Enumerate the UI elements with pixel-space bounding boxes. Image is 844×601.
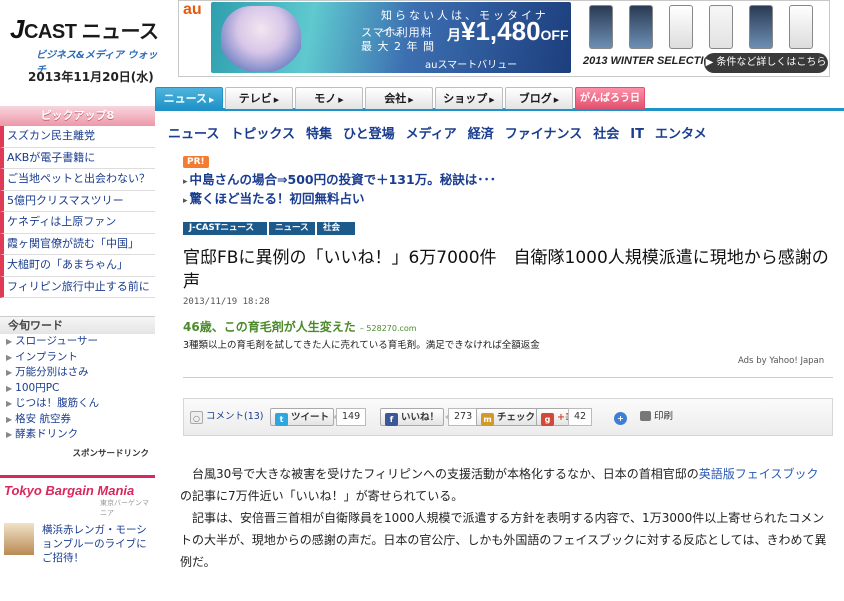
like-button[interactable]: f いいね！ <box>380 408 445 426</box>
banner-value-label: auスマートバリュー <box>425 60 518 71</box>
breadcrumb-society[interactable]: 社会 <box>317 222 355 235</box>
banner-season: 2013 WINTER SELECTION <box>583 55 720 67</box>
site-header: JCAST ニュース ビジネス&メディア ウォッチ 2013年11月20日(水)… <box>0 0 844 86</box>
tab-blog[interactable]: ブログ ▶ <box>505 87 573 109</box>
trend-word-item[interactable]: ▶ スロージューサー <box>0 334 155 350</box>
banner-carrier-logo: au <box>183 1 202 18</box>
subnav-it[interactable]: IT <box>630 127 644 142</box>
article-body: 台風30号で大きな被害を受けたフィリピンへの支援活動が本格化するなか、日本の首相… <box>180 463 830 573</box>
subnav-economy[interactable]: 経済 <box>468 123 494 142</box>
banner-phones-image <box>589 5 825 51</box>
tokyo-bargain-mania-logo[interactable]: Tokyo Bargain Mania 東京バーゲンマニア <box>0 474 155 517</box>
subnav-news[interactable]: ニュース <box>168 123 219 142</box>
current-date: 2013年11月20日(水) <box>28 70 154 84</box>
bargain-item[interactable]: 横浜赤レンガ・モーションブルーのライブにご招待！ <box>0 522 155 564</box>
bargain-item-text: 横浜赤レンガ・モーションブルーのライブにご招待！ <box>42 523 147 564</box>
hatena-bookmark-button[interactable]: + <box>614 408 630 426</box>
tab-news[interactable]: ニュース ▶ <box>155 87 223 109</box>
like-count: 273 <box>444 408 479 426</box>
comment-button[interactable]: ○ コメント(13) <box>190 408 264 426</box>
triangle-icon: ▶ <box>6 337 13 346</box>
tab-company[interactable]: 会社 ▶ <box>365 87 433 109</box>
logo-mark: J <box>10 14 24 44</box>
ad-title[interactable]: 46歳、この育毛剤が人生変えた – 528270.com <box>183 318 833 335</box>
triangle-icon: ▶ <box>6 352 13 362</box>
sponsored-link-label[interactable]: スポンサードリンク <box>0 447 155 459</box>
article-timestamp: 2013/11/19 18:28 <box>183 297 270 307</box>
subnav-topics[interactable]: トピックス <box>230 123 295 142</box>
triangle-icon: ▶ <box>6 414 13 424</box>
site-logo[interactable]: JCAST ニュース ビジネス&メディア ウォッチ <box>10 14 160 76</box>
ads-by-label[interactable]: Ads by Yahoo! Japan <box>738 356 824 366</box>
print-button[interactable]: 印刷 <box>640 408 673 426</box>
banner-model-image <box>221 6 301 72</box>
trend-word-item[interactable]: ▶ インプラント <box>0 350 155 366</box>
tweet-button[interactable]: t ツイート <box>270 408 335 426</box>
pickup-item[interactable]: 霞ヶ関官僚が読む「中国」 <box>0 233 155 255</box>
trend-word-item[interactable]: ▶ 万能分別はさみ <box>0 365 155 381</box>
pr-block: PR! ▸ 中島さんの場合⇒500円の投資で＋131万。秘訣は･･･ ▸ 驚くほど当… <box>183 154 496 206</box>
trend-word-title: 今旬ワード <box>0 316 155 334</box>
bookmark-icon: + <box>614 412 627 425</box>
subnav-finance[interactable]: ファイナンス <box>505 123 582 142</box>
comment-icon: ○ <box>190 411 203 424</box>
pickup-title: ピックアップ8 <box>0 106 155 126</box>
subnav-society[interactable]: 社会 <box>593 123 619 142</box>
social-share-bar: ○コメント(13) tツイート 149 fいいね！ 273 mチェック g+1 … <box>183 398 833 436</box>
tab-mono[interactable]: モノ ▶ <box>295 87 363 109</box>
tab-tv[interactable]: テレビ ▶ <box>225 87 293 109</box>
trend-word-item[interactable]: ▶ じつは！腹筋くん <box>0 396 155 412</box>
printer-icon <box>640 411 651 421</box>
article-paragraph: 記事は、安倍晋三首相が自衛隊員を1000人規模で派遣する方針を表明する内容で、1… <box>180 511 827 569</box>
pickup-item[interactable]: 大槌町の「あまちゃん」 <box>0 255 155 277</box>
banner-promo-image[interactable]: 知らない人は、モッタイナイ。 スマホ利用料 最 大 2 年 間 月¥1,480O… <box>211 2 571 73</box>
pickup-item[interactable]: ご当地ペットと出会わない？ <box>0 169 155 191</box>
subnav-entertainment[interactable]: エンタメ <box>655 123 707 142</box>
divider <box>183 377 833 378</box>
tweet-count: 149 <box>332 408 367 426</box>
pickup-item[interactable]: ケネディは上原ファン <box>0 212 155 234</box>
triangle-icon: ▶ <box>6 399 13 408</box>
tab-ganbarou[interactable]: がんばろう日本 <box>575 87 645 126</box>
triangle-icon: ▶ <box>6 383 13 393</box>
mixi-check-button[interactable]: m チェック <box>476 408 541 426</box>
article-paragraph: 台風30号で大きな被害を受けたフィリピンへの支援活動が本格化するなか、日本の首相… <box>180 467 819 503</box>
trend-word-item[interactable]: ▶ 格安 航空券 <box>0 412 155 428</box>
pickup-item[interactable]: スズカン民主離党 <box>0 126 155 148</box>
tab-shop[interactable]: ショップ ▶ <box>435 87 503 109</box>
pickup-item[interactable]: 5億円クリスマスツリー <box>0 190 155 212</box>
sub-nav: ニュース トピックス 特集 ひと登場 メディア 経済 ファイナンス 社会 IT エンタメ <box>168 123 828 143</box>
pr-badge: PR! <box>183 156 209 168</box>
gplus-count: 42 <box>564 408 593 426</box>
banner-price: 月¥1,480OFF <box>447 16 569 46</box>
top-ad-banner[interactable]: au 知らない人は、モッタイナイ。 スマホ利用料 最 大 2 年 間 月¥1,4… <box>178 0 830 77</box>
ad-description: 3種類以上の育毛剤を試してきた人に売れている育毛剤。満足できなければ全額返金 <box>183 340 540 351</box>
pickup-item[interactable]: AKBが電子書籍に <box>0 147 155 169</box>
banner-line3: 最 大 2 年 間 <box>361 40 435 53</box>
left-sidebar: ピックアップ8 スズカン民主離党 AKBが電子書籍に ご当地ペットと出会わない？… <box>0 106 155 564</box>
main-nav: ニュース ▶ テレビ ▶ モノ ▶ 会社 ▶ ショップ ▶ ブログ ▶ がんばろう日本 <box>155 87 844 126</box>
pickup-item[interactable]: フィリピン旅行中止する前に <box>0 276 155 298</box>
mixi-icon: m <box>481 413 494 426</box>
sponsored-ad[interactable]: 46歳、この育毛剤が人生変えた – 528270.com 3種類以上の育毛剤を試… <box>183 318 833 366</box>
pr-link[interactable]: ▸ 驚くほど当たる！初回無料占い <box>183 188 496 206</box>
breadcrumb-jcast[interactable]: J-CASTニュース <box>183 222 267 235</box>
subnav-media[interactable]: メディア <box>406 123 457 142</box>
article-title: 官邸FBに異例の「いいね！」6万7000件 自衛隊1000人規模派遣に現地から感… <box>183 248 829 292</box>
google-plus-icon: g <box>541 413 554 426</box>
subnav-people[interactable]: ひと登場 <box>343 123 395 142</box>
facebook-link[interactable]: 英語版フェイスブック <box>699 467 819 481</box>
logo-text: CAST ニュース <box>23 21 159 43</box>
subnav-features[interactable]: 特集 <box>306 123 332 142</box>
twitter-bird-icon: t <box>275 413 288 426</box>
triangle-icon: ▶ <box>6 368 13 377</box>
triangle-icon: ▶ <box>6 430 13 439</box>
banner-detail-button[interactable]: ▶ 条件など詳しくはこちら <box>704 53 828 73</box>
trend-word-item[interactable]: ▶ 100円PC <box>0 381 155 397</box>
breadcrumb-news[interactable]: ニュース <box>269 222 315 235</box>
trend-word-item[interactable]: ▶ 酵素ドリンク <box>0 427 155 443</box>
bargain-item-thumbnail <box>4 522 34 555</box>
pr-link[interactable]: ▸ 中島さんの場合⇒500円の投資で＋131万。秘訣は･･･ <box>183 169 496 187</box>
facebook-icon: f <box>385 413 398 426</box>
